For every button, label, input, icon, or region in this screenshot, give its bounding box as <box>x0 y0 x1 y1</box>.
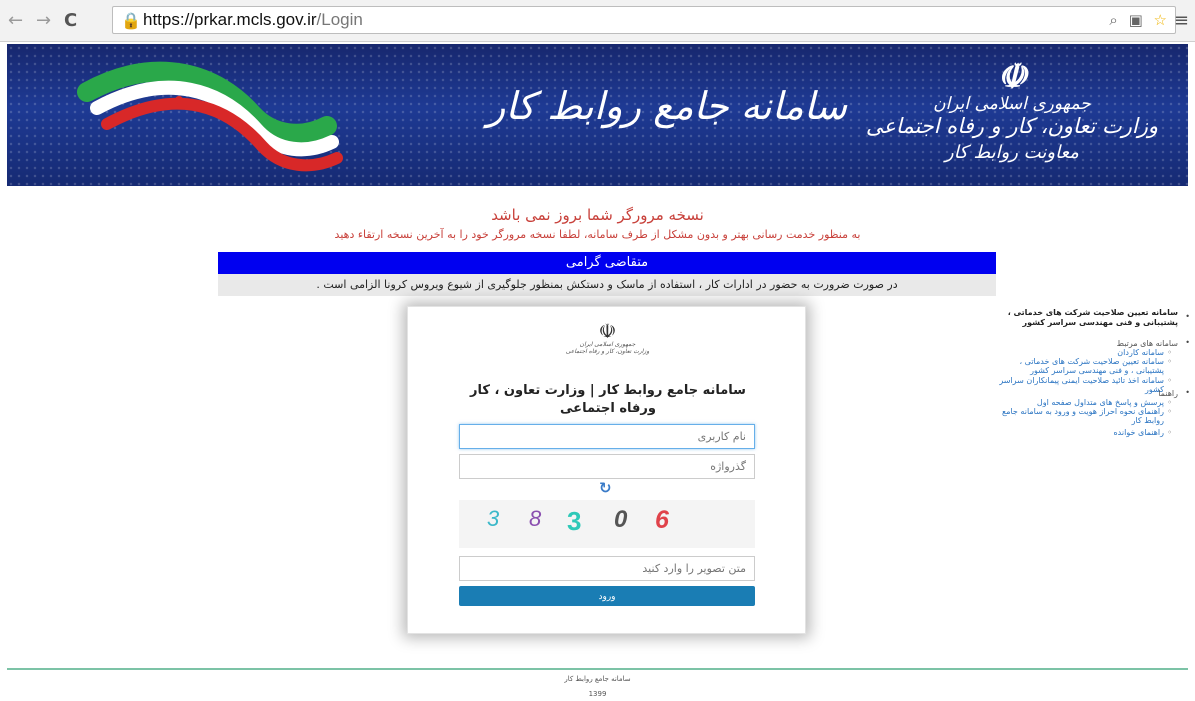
captcha-digit: 3 <box>567 506 582 536</box>
bullet-icon: • <box>1185 388 1190 397</box>
login-card: ☫ جمهوری اسلامی ایران وزارت تعاون، کار و… <box>407 306 806 634</box>
password-input[interactable] <box>459 454 755 479</box>
footer-title: سامانه جامع روابط کار <box>564 675 631 683</box>
sub-bullet-icon: ◦ <box>1167 407 1172 416</box>
guide-label: راهنما <box>1158 389 1178 398</box>
login-button[interactable]: ورود <box>459 586 755 606</box>
related-link-qualification[interactable]: سامانه تعیین صلاحیت شرکت های خدماتی ، پش… <box>1004 357 1164 375</box>
zoom-icon[interactable]: ⌕ <box>1109 11 1117 29</box>
address-bar[interactable]: 🔒 https://prkar.mcls.gov.ir/Login ⌕ ▣ ☆ <box>112 6 1176 34</box>
related-link-safety[interactable]: سامانه اخذ تائید صلاحیت ایمنی پیمانکاران… <box>994 376 1164 394</box>
footer-year: 1399 <box>588 690 607 698</box>
reload-icon[interactable]: C <box>64 10 77 31</box>
announcement-header: متقاضی گرامی <box>218 252 996 274</box>
back-icon[interactable]: ← <box>8 10 23 31</box>
header-banner: سامانه جامع روابط کار ☫ جمهوری اسلامی ای… <box>7 44 1188 186</box>
banner-title: سامانه جامع روابط کار <box>487 84 848 128</box>
refresh-captcha-icon[interactable]: ↻ <box>599 479 612 497</box>
translate-icon[interactable]: ▣ <box>1129 11 1143 29</box>
menu-icon[interactable]: ≡ <box>1174 10 1189 31</box>
iran-flag-ribbon-icon <box>77 61 343 172</box>
announcement-text: در صورت ضرورت به حضور در ادارات کار ، اس… <box>218 274 996 296</box>
related-link-kardan[interactable]: سامانه کاردان <box>1014 348 1164 357</box>
username-input[interactable] <box>459 424 755 449</box>
bullet-icon: • <box>1185 312 1190 321</box>
login-title: سامانه جامع روابط کار | وزارت تعاون ، کا… <box>470 383 746 416</box>
captcha-input[interactable] <box>459 556 755 581</box>
browser-toolbar: ← → C 🔒 https://prkar.mcls.gov.ir/Login … <box>0 0 1195 42</box>
captcha-digit: 8 <box>529 506 542 531</box>
bookmark-star-icon[interactable]: ☆ <box>1154 11 1167 29</box>
url-text: https://prkar.mcls.gov.ir/Login <box>143 10 363 29</box>
sidebar-heading[interactable]: سامانه تعیین صلاحیت شرکت های خدماتی ، پش… <box>978 308 1178 328</box>
sub-bullet-icon: ◦ <box>1167 428 1172 437</box>
lock-icon: 🔒 <box>121 11 141 30</box>
browser-warning-title: نسخه مرورگر شما بروز نمی باشد <box>491 206 704 224</box>
sub-bullet-icon: ◦ <box>1167 357 1172 366</box>
footer-divider <box>7 668 1188 670</box>
ministry-logo: ☫ جمهوری اسلامی ایران وزارت تعاون، کار و… <box>865 57 1158 163</box>
card-logo: ☫ جمهوری اسلامی ایران وزارت تعاون، کار و… <box>408 321 807 355</box>
sub-bullet-icon: ◦ <box>1167 398 1172 407</box>
captcha-digit: 3 <box>487 506 500 531</box>
iran-emblem-icon: ☫ <box>996 57 1028 97</box>
iran-emblem-icon: ☫ <box>598 319 617 343</box>
sub-bullet-icon: ◦ <box>1167 376 1172 385</box>
related-systems-label: سامانه های مرتبط <box>1116 339 1178 348</box>
forward-icon[interactable]: → <box>36 10 51 31</box>
bullet-icon: • <box>1185 338 1190 347</box>
browser-warning-subtitle: به منظور خدمت رسانی بهتر و بدون مشکل از … <box>334 228 861 241</box>
captcha-digit: 6 <box>655 506 669 534</box>
sub-bullet-icon: ◦ <box>1167 348 1172 357</box>
captcha-digit: 0 <box>614 506 628 533</box>
guide-link-faq[interactable]: پرسش و پاسخ های متداول صفحه اول <box>994 398 1164 407</box>
captcha-image: 3 8 3 0 6 <box>459 500 755 548</box>
guide-link-authentication[interactable]: راهنمای نحوه احراز هویت و ورود به سامانه… <box>999 407 1164 425</box>
guide-link-reader[interactable]: راهنمای خوانده <box>1014 428 1164 437</box>
